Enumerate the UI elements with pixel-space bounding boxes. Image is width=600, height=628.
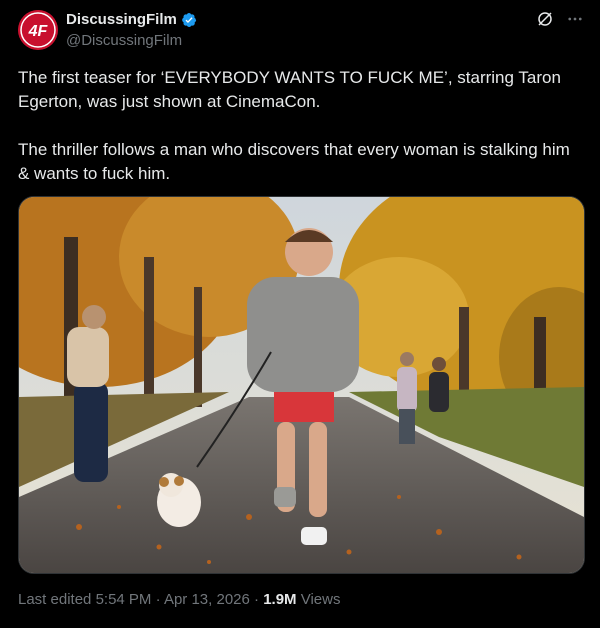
top-actions: [536, 10, 584, 28]
tweet-date[interactable]: Apr 13, 2026: [164, 591, 250, 608]
views-count[interactable]: 1.9M: [263, 591, 296, 608]
tweet-paragraph: The first teaser for ‘EVERYBODY WANTS TO…: [18, 68, 561, 111]
more-icon[interactable]: [566, 10, 584, 28]
meta-separator: ·: [155, 591, 161, 608]
tweet-time[interactable]: 5:54 PM: [96, 591, 152, 608]
meta-separator: ·: [254, 591, 260, 608]
verified-badge-icon[interactable]: [181, 12, 197, 28]
author-handle[interactable]: @DiscussingFilm: [66, 32, 182, 49]
avatar[interactable]: 4F: [18, 10, 58, 50]
edited-label[interactable]: Last edited: [18, 591, 91, 608]
tweet-paragraph: The thriller follows a man who discovers…: [18, 140, 570, 183]
grok-icon[interactable]: [536, 10, 554, 28]
tweet-meta: Last edited 5:54 PM · Apr 13, 2026 · 1.9…: [18, 591, 340, 608]
discussingfilm-logo-icon: 4F: [18, 10, 58, 50]
author-name-row: DiscussingFilm: [66, 11, 197, 28]
tweet-media-photo[interactable]: [18, 196, 585, 574]
tweet-card: 4F DiscussingFilm @DiscussingFilm The fi…: [0, 0, 600, 628]
svg-text:4F: 4F: [28, 23, 49, 40]
photo-runner-with-dog: [19, 197, 584, 573]
author-display-name[interactable]: DiscussingFilm: [66, 11, 177, 28]
views-label: Views: [300, 591, 341, 608]
tweet-text: The first teaser for ‘EVERYBODY WANTS TO…: [18, 66, 583, 186]
